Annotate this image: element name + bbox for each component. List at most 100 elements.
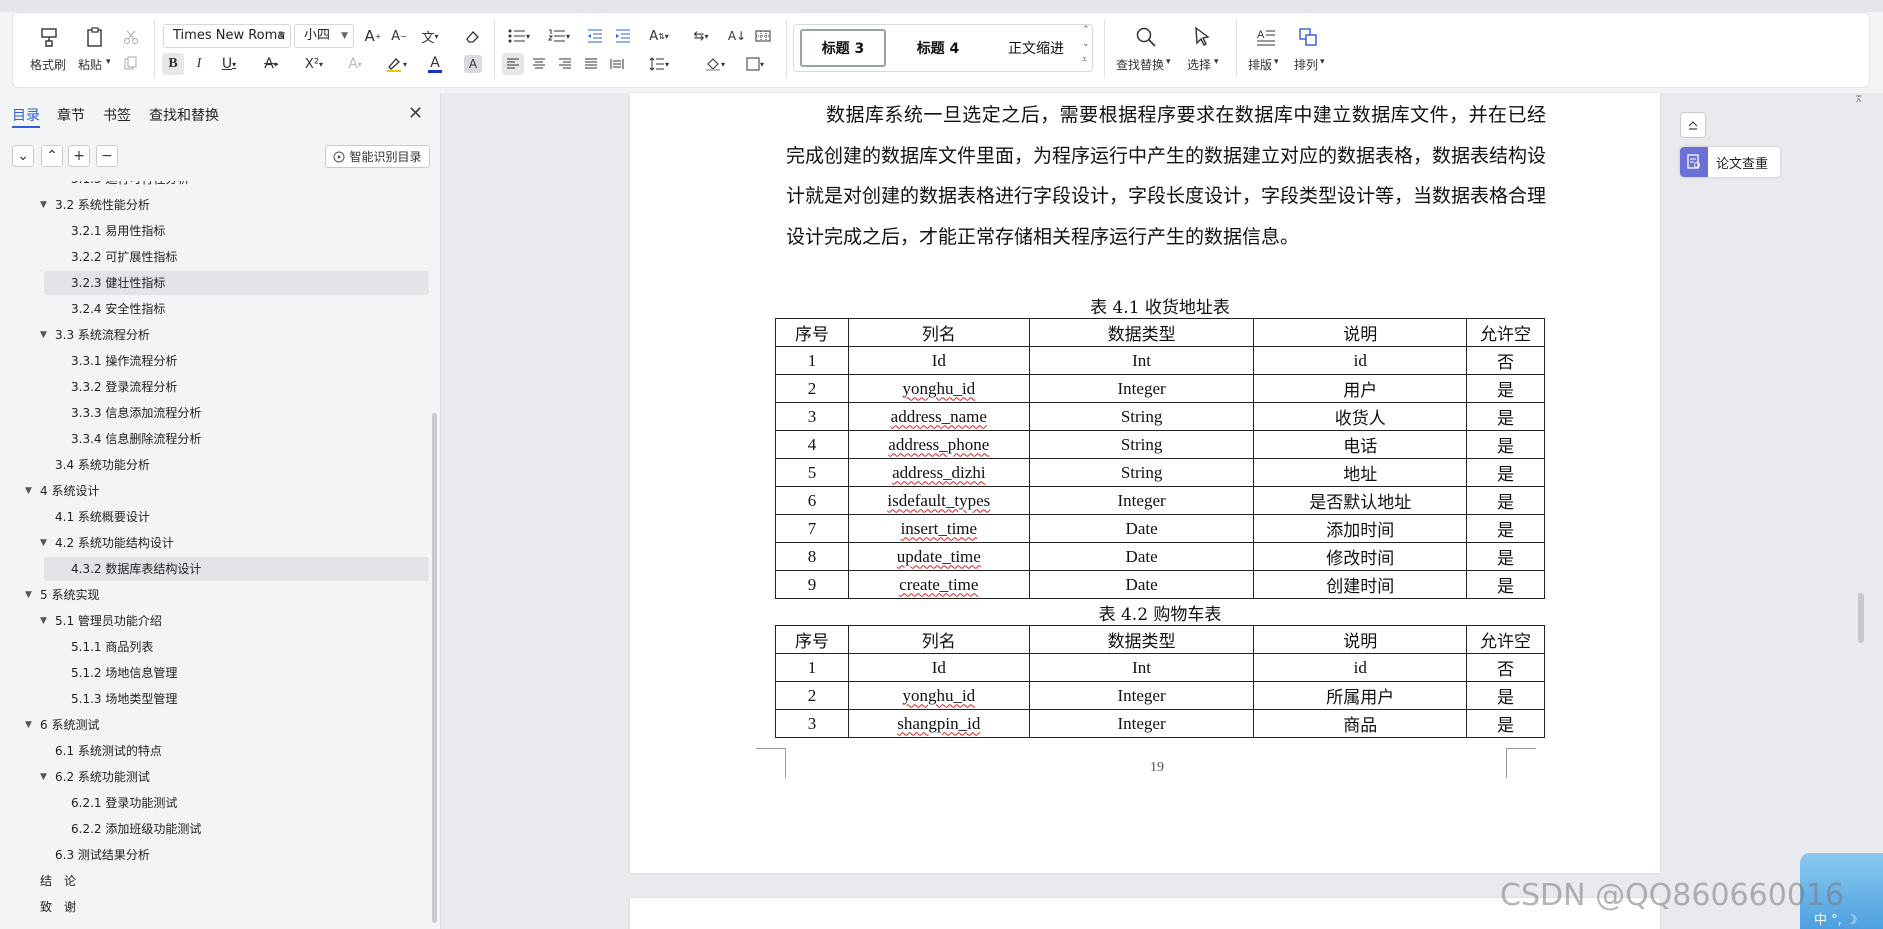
tab-toc[interactable]: 目录 [12, 105, 40, 125]
table-cell[interactable]: address_name [847, 402, 1030, 431]
chevron-down-icon[interactable]: ▾ [1166, 57, 1171, 67]
table-cell[interactable]: 否 [1466, 653, 1545, 682]
toc-item[interactable]: 3.2.4 安全性指标 [44, 297, 429, 321]
body-paragraph[interactable]: 数据库系统一旦选定之后，需要根据程序要求在数据库中建立数据库文件，并在已经完成创… [786, 95, 1546, 257]
table-header-cell[interactable]: 列名 [847, 625, 1030, 654]
toc-item[interactable]: 4.1 系统概要设计 [44, 505, 429, 529]
align-center-button[interactable] [528, 53, 550, 75]
toc-item[interactable]: 4.3.2 数据库表结构设计 [44, 557, 429, 581]
table-cell[interactable]: 是 [1466, 514, 1545, 543]
table-header-cell[interactable]: 序号 [775, 625, 849, 654]
table-cell[interactable]: isdefault_types [847, 486, 1030, 515]
add-heading-button[interactable]: + [68, 145, 90, 167]
strikethrough-button[interactable]: A ▾ [256, 53, 286, 75]
table-cell[interactable]: id [1253, 346, 1468, 375]
table-cell[interactable]: 修改时间 [1253, 542, 1468, 571]
expand-arrow-icon[interactable]: ▼ [40, 531, 47, 555]
bullet-list-button[interactable]: ▾ [504, 25, 534, 47]
table-cell[interactable]: 商品 [1253, 709, 1468, 738]
table-cell[interactable]: 4 [775, 430, 849, 459]
expand-arrow-icon[interactable]: ▼ [25, 583, 32, 607]
font-color-button[interactable]: A [420, 53, 450, 75]
font-name-select[interactable]: Times New Roma ▼ [163, 24, 291, 48]
table-cell[interactable]: Id [847, 346, 1030, 375]
table-cell[interactable]: update_time [847, 542, 1030, 571]
style-scroll-up-icon[interactable]: ⌃ [1082, 25, 1090, 35]
decrease-font-size-button[interactable]: A − [388, 25, 410, 47]
table-cell[interactable]: String [1028, 402, 1255, 431]
table-cell[interactable]: 2 [775, 681, 849, 710]
toc-item[interactable]: 6.3 测试结果分析 [44, 843, 429, 867]
toc-item[interactable]: 3.2.2 可扩展性指标 [44, 245, 429, 269]
style-more-icon[interactable]: ⩡ [1082, 55, 1087, 65]
toc-item[interactable]: ▼ 5 系统实现 [25, 583, 429, 607]
table-cell[interactable]: address_phone [847, 430, 1030, 459]
close-icon[interactable]: ✕ [408, 103, 423, 124]
table-cell[interactable]: 是 [1466, 374, 1545, 403]
document-scrollbar[interactable]: ⩞ [1852, 93, 1870, 929]
table-cell[interactable]: Integer [1028, 486, 1255, 515]
highlight-button[interactable]: ▾ [380, 53, 412, 75]
table-header-cell[interactable]: 序号 [775, 318, 849, 347]
table-cell[interactable]: id [1253, 653, 1468, 682]
style-heading-3[interactable]: 标题 3 [800, 29, 886, 67]
table-cell[interactable]: 3 [775, 402, 849, 431]
toc-item[interactable]: 3.2.1 易用性指标 [44, 219, 429, 243]
copy-button[interactable] [120, 53, 142, 73]
align-left-button[interactable] [502, 53, 524, 75]
toc-item[interactable]: 3.3.1 操作流程分析 [44, 349, 429, 373]
chinese-layout-button[interactable]: ⇆ ▾ [686, 25, 716, 47]
layout-button[interactable]: A [1250, 22, 1282, 52]
table-cell[interactable]: 否 [1466, 346, 1545, 375]
table-cell[interactable]: shangpin_id [847, 709, 1030, 738]
superscript-button[interactable]: X² ▾ [298, 53, 330, 75]
toc-item[interactable]: ▼ 5.1 管理员功能介绍 [40, 609, 429, 633]
table-cell[interactable]: 是 [1466, 458, 1545, 487]
select-button[interactable] [1186, 22, 1220, 52]
table-cell[interactable]: 电话 [1253, 430, 1468, 459]
scroll-top-icon[interactable]: ⩞ [1856, 95, 1861, 105]
table-cell[interactable]: yonghu_id [847, 374, 1030, 403]
table-cell[interactable]: 1 [775, 653, 849, 682]
border-button[interactable]: ▾ [740, 53, 770, 75]
chevron-down-icon[interactable]: ▾ [1274, 57, 1279, 67]
tab-chapters[interactable]: 章节 [57, 105, 85, 125]
expand-all-button[interactable]: ⌄ [12, 145, 34, 167]
table-cell[interactable]: 是 [1466, 486, 1545, 515]
toc-item[interactable]: ▼ 6 系统测试 [25, 713, 429, 737]
style-scroll-down-icon[interactable]: ⌄ [1082, 39, 1090, 49]
table-cell[interactable]: Int [1028, 653, 1255, 682]
table-cell[interactable]: 地址 [1253, 458, 1468, 487]
table-cell[interactable]: Date [1028, 570, 1255, 599]
toc-item[interactable]: ▼ 3.2 系统性能分析 [40, 193, 429, 217]
scrollbar-thumb[interactable] [1858, 593, 1864, 643]
plagiarism-check-button[interactable]: 论文查重 [1680, 147, 1780, 177]
table-header-cell[interactable]: 数据类型 [1028, 625, 1255, 654]
table-header-cell[interactable]: 列名 [847, 318, 1030, 347]
increase-indent-button[interactable] [612, 25, 634, 47]
table-cell[interactable]: 用户 [1253, 374, 1468, 403]
table-cell[interactable]: 7 [775, 514, 849, 543]
table-cell[interactable]: 9 [775, 570, 849, 599]
toc-item[interactable]: ▼ 4.2 系统功能结构设计 [40, 531, 429, 555]
toc-item[interactable]: 3.4 系统功能分析 [44, 453, 429, 477]
toc-item[interactable]: ▼ 6.2 系统功能测试 [40, 765, 429, 789]
table-cell[interactable]: create_time [847, 570, 1030, 599]
table-cell[interactable]: 6 [775, 486, 849, 515]
tab-find-replace[interactable]: 查找和替换 [149, 105, 219, 125]
table-cell[interactable]: 1 [775, 346, 849, 375]
char-shading-button[interactable]: A [464, 55, 482, 73]
italic-button[interactable]: I [188, 53, 210, 75]
table-cell[interactable]: Int [1028, 346, 1255, 375]
table-cell[interactable]: String [1028, 458, 1255, 487]
paste-dropdown-icon[interactable]: ▾ [106, 57, 111, 67]
table-cell[interactable]: 8 [775, 542, 849, 571]
toc-item[interactable]: 5.1.3 场地类型管理 [44, 687, 429, 711]
sort-button[interactable]: A↓ [726, 25, 748, 47]
toc-item[interactable]: ▼ 4 系统设计 [25, 479, 429, 503]
table-header-cell[interactable]: 允许空 [1466, 318, 1545, 347]
table-cell[interactable]: Date [1028, 542, 1255, 571]
chevron-down-icon[interactable]: ▾ [1320, 57, 1325, 67]
cut-button[interactable] [120, 26, 142, 48]
table-header-cell[interactable]: 说明 [1253, 318, 1468, 347]
